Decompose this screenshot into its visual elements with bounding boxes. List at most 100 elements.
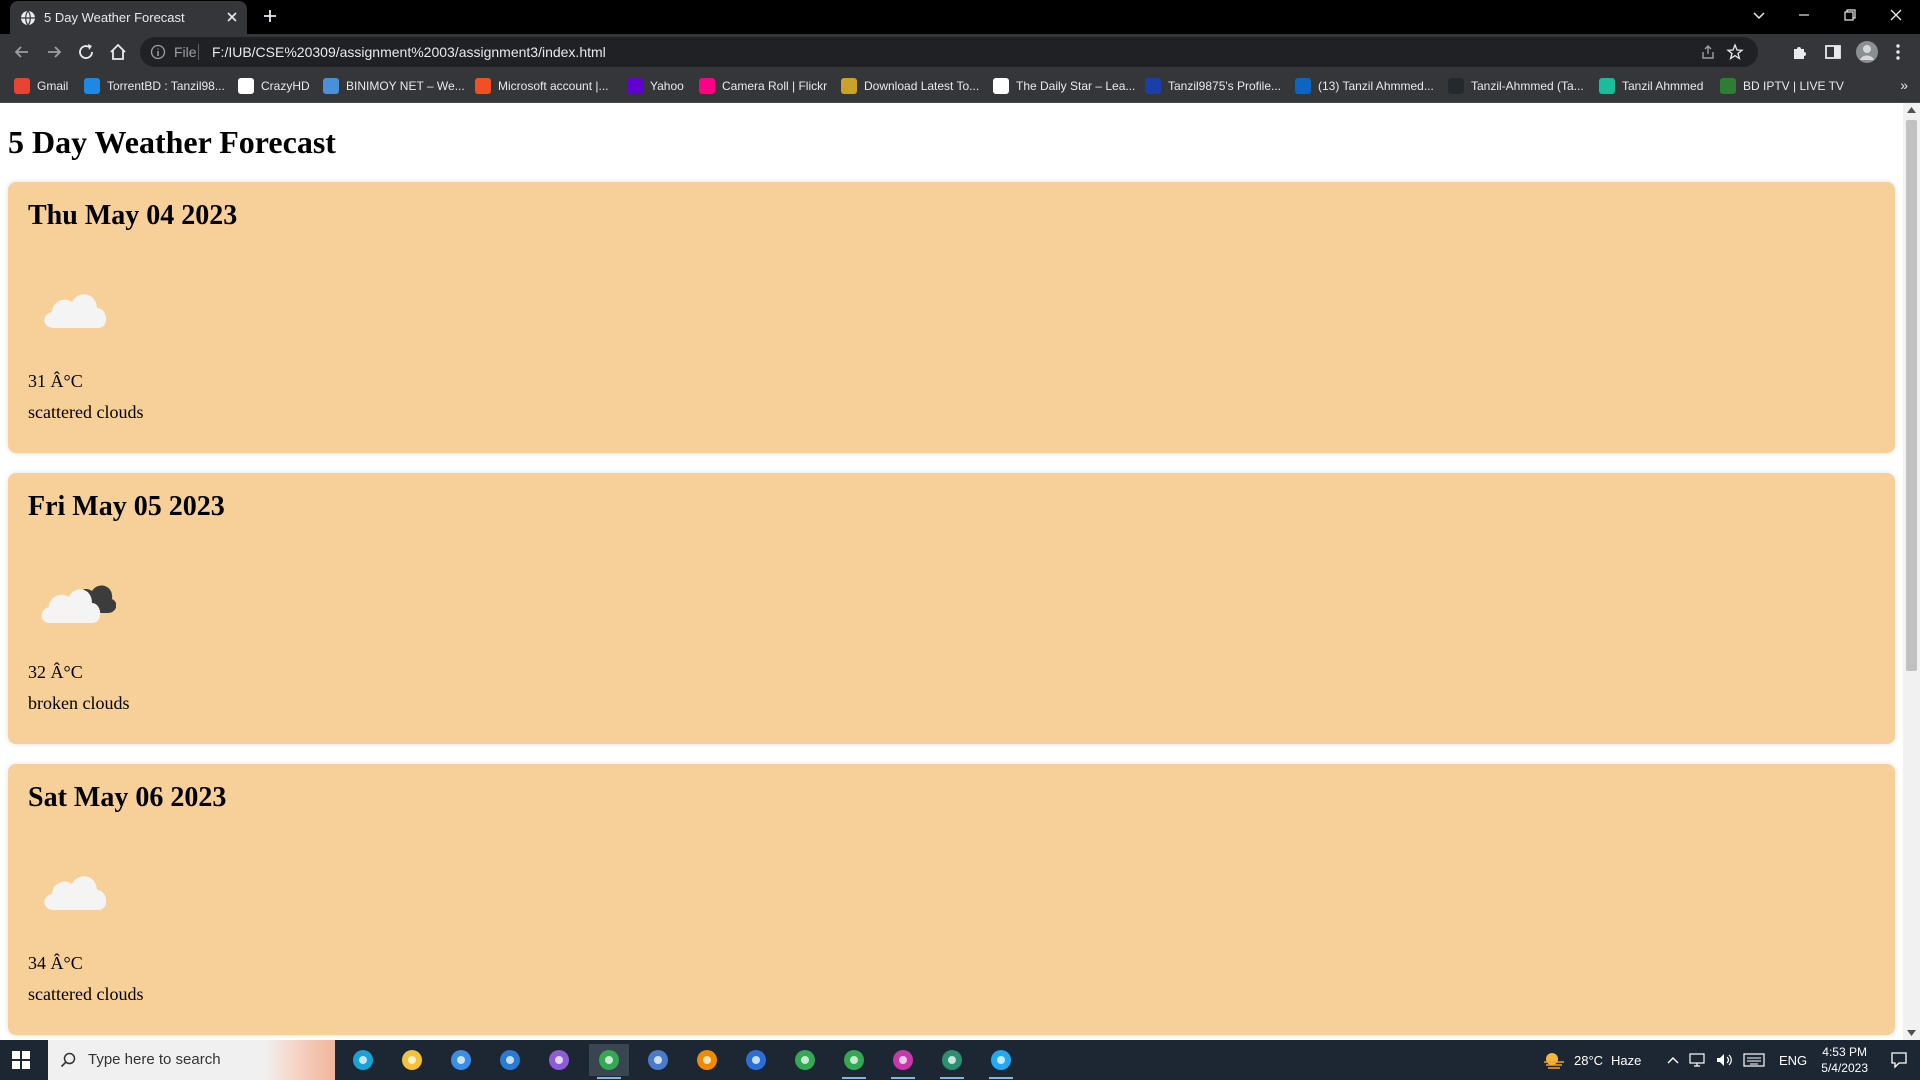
- forecast-description: broken clouds: [28, 693, 130, 713]
- vertical-scrollbar[interactable]: [1903, 103, 1920, 1040]
- bookmark-item[interactable]: The Daily Star – Lea...: [993, 78, 1135, 94]
- search-icon: [60, 1052, 76, 1068]
- forecast-date: Sat May 06 2023: [28, 782, 227, 813]
- forward-icon[interactable]: [44, 42, 64, 62]
- bookmark-item[interactable]: Tanzil-Ahmmed (Ta...: [1448, 78, 1584, 94]
- menu-kebab-icon[interactable]: [1888, 42, 1908, 62]
- forecast-card: Sat May 06 2023 34 Â°C scattered clouds: [8, 764, 1895, 1035]
- qbittorrent-icon[interactable]: [638, 1044, 678, 1076]
- bookmark-item[interactable]: BD IPTV | LIVE TV: [1720, 78, 1844, 94]
- bookmark-label: BD IPTV | LIVE TV: [1743, 79, 1844, 93]
- microsoft-icon: [475, 78, 491, 94]
- network-icon: [1689, 1053, 1705, 1067]
- search-placeholder: Type here to search: [88, 1051, 221, 1068]
- share-icon[interactable]: [1700, 44, 1716, 60]
- divider: [198, 44, 199, 60]
- forecast-temperature: 31 Â°C: [28, 371, 83, 391]
- address-bar[interactable]: File F:/IUB/CSE%20309/assignment%2003/as…: [140, 37, 1758, 67]
- scroll-up-icon[interactable]: [1907, 107, 1916, 113]
- close-icon[interactable]: [225, 10, 239, 24]
- home-icon[interactable]: [108, 42, 128, 62]
- edge-icon[interactable]: [343, 1044, 383, 1076]
- store-icon[interactable]: [441, 1044, 481, 1076]
- bookmark-star-icon[interactable]: [1726, 43, 1744, 61]
- mail-icon[interactable]: [490, 1044, 530, 1076]
- weather-temp: 28°C: [1574, 1052, 1604, 1068]
- back-icon[interactable]: [12, 42, 32, 62]
- browser-chrome: 5 Day Weather Forecast File F:/IUB/CSE%2…: [0, 0, 1920, 103]
- new-tab-icon[interactable]: [262, 8, 278, 24]
- scattered-clouds-icon: [36, 862, 116, 922]
- app-installer-icon[interactable]: [932, 1044, 972, 1079]
- bookmark-item[interactable]: Yahoo: [627, 78, 684, 94]
- haze-icon: [1544, 1053, 1564, 1069]
- notes-icon[interactable]: [736, 1044, 776, 1076]
- visual-studio-icon[interactable]: [539, 1044, 579, 1076]
- bookmark-item[interactable]: Download Latest To...: [841, 78, 979, 94]
- extensions-icon[interactable]: [1790, 42, 1810, 62]
- broken-clouds-icon: [36, 571, 116, 631]
- torrentbd-icon: [84, 78, 100, 94]
- scheme-label: File: [174, 44, 197, 60]
- chrome-icon[interactable]: [834, 1044, 874, 1079]
- bookmark-item[interactable]: Tanzil9875's Profile...: [1145, 78, 1281, 94]
- system-clock[interactable]: 4:53 PM 5/4/2023: [1821, 1044, 1868, 1076]
- bookmark-item[interactable]: CrazyHD: [238, 78, 310, 94]
- forecast-date: Thu May 04 2023: [28, 200, 238, 231]
- chrome-icon[interactable]: [589, 1044, 629, 1079]
- reload-icon[interactable]: [76, 42, 96, 62]
- messenger-icon[interactable]: [883, 1044, 923, 1079]
- bookmark-label: Gmail: [37, 79, 69, 93]
- bookmark-item[interactable]: TorrentBD : Tanzil98...: [84, 78, 225, 94]
- bookmark-label: Camera Roll | Flickr: [722, 79, 828, 93]
- side-panel-icon[interactable]: [1823, 42, 1843, 62]
- bookmark-label: BINIMOY NET – We...: [346, 79, 465, 93]
- tab-active[interactable]: 5 Day Weather Forecast: [10, 1, 247, 34]
- bookmark-label: (13) Tanzil Ahmmed...: [1318, 79, 1434, 93]
- linkedin-icon: [1295, 78, 1311, 94]
- bookmark-item[interactable]: Gmail: [14, 78, 68, 94]
- bookmark-label: Yahoo: [650, 79, 684, 93]
- gmail-icon: [14, 78, 30, 94]
- clock-date: 5/4/2023: [1821, 1061, 1868, 1075]
- replit-icon: [1599, 78, 1615, 94]
- weather-widget[interactable]: 28°C Haze: [1542, 1040, 1641, 1080]
- url-text[interactable]: F:/IUB/CSE%20309/assignment%2003/assignm…: [212, 44, 606, 60]
- tab-title: 5 Day Weather Forecast: [44, 10, 185, 25]
- dailystar-icon: [993, 78, 1009, 94]
- taskbar-search-box[interactable]: Type here to search: [48, 1040, 335, 1080]
- bookmark-item[interactable]: Camera Roll | Flickr: [699, 78, 827, 94]
- flickr-icon: [699, 78, 715, 94]
- scrollbar-thumb[interactable]: [1906, 120, 1917, 671]
- bookmark-item[interactable]: Tanzil Ahmmed: [1599, 78, 1703, 94]
- file-explorer-icon[interactable]: [392, 1044, 432, 1076]
- close-window-icon[interactable]: [1888, 7, 1904, 23]
- minimize-icon[interactable]: [1796, 7, 1812, 23]
- bookmark-label: Tanzil-Ahmmed (Ta...: [1471, 79, 1584, 93]
- forecast-description: scattered clouds: [28, 984, 144, 1004]
- bookmark-item[interactable]: BINIMOY NET – We...: [323, 78, 465, 94]
- info-icon[interactable]: [150, 44, 166, 60]
- clock-time: 4:53 PM: [1822, 1045, 1867, 1059]
- bookmark-label: Microsoft account |...: [498, 79, 609, 93]
- page-viewport: 5 Day Weather Forecast Thu May 04 2023 3…: [0, 103, 1903, 1040]
- vlc-icon[interactable]: [687, 1044, 727, 1076]
- page-title: 5 Day Weather Forecast: [8, 124, 336, 160]
- chrome-icon[interactable]: [785, 1044, 825, 1076]
- bookmark-item[interactable]: (13) Tanzil Ahmmed...: [1295, 78, 1434, 94]
- bookmark-label: Tanzil Ahmmed: [1622, 79, 1704, 93]
- scroll-down-icon[interactable]: [1907, 1030, 1916, 1036]
- tab-search-icon[interactable]: [1751, 7, 1767, 23]
- forecast-temperature: 32 Â°C: [28, 662, 83, 682]
- vscode-icon[interactable]: [981, 1044, 1021, 1079]
- binimoy-icon: [323, 78, 339, 94]
- forecast-date: Fri May 05 2023: [28, 491, 225, 522]
- restore-icon[interactable]: [1842, 7, 1858, 23]
- language-indicator[interactable]: ENG: [1779, 1053, 1807, 1068]
- bookmark-item[interactable]: Microsoft account |...: [475, 78, 609, 94]
- star-profile-icon: [1145, 78, 1161, 94]
- windows-start-icon[interactable]: [12, 1051, 30, 1069]
- notification-icon[interactable]: [1890, 1051, 1908, 1069]
- profile-avatar[interactable]: [1855, 40, 1879, 64]
- more-bookmarks-icon[interactable]: »: [1900, 77, 1908, 93]
